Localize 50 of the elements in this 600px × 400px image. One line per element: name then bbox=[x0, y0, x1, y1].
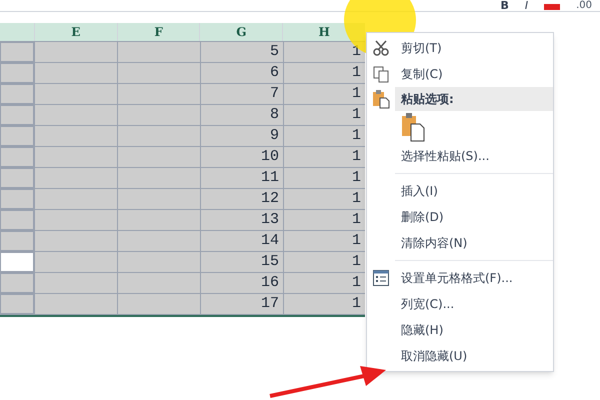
table-cell: 1 bbox=[283, 126, 365, 146]
column-header[interactable]: E bbox=[34, 23, 117, 41]
table-cell: 1 bbox=[283, 63, 365, 83]
menu-item[interactable]: 删除(D) bbox=[395, 208, 444, 226]
table-cell: 1 bbox=[283, 210, 365, 230]
menu-item[interactable]: 取消隐藏(U) bbox=[395, 347, 468, 365]
table-cell: 1 bbox=[283, 252, 365, 272]
table-cell: 14 bbox=[200, 231, 283, 251]
menu-item[interactable]: 复制(C) bbox=[395, 65, 443, 83]
menu-item[interactable]: 隐藏(H) bbox=[395, 321, 444, 339]
table-cell: 1 bbox=[283, 273, 365, 293]
decimal-button[interactable]: .00 bbox=[576, 0, 592, 11]
paste-option-icon[interactable] bbox=[401, 112, 425, 142]
menu-item[interactable]: 清除内容(N) bbox=[395, 234, 468, 252]
column-header[interactable]: F bbox=[116, 23, 200, 41]
menu-item[interactable]: 选择性粘贴(S)... bbox=[395, 147, 490, 165]
table-cell: 1 bbox=[283, 42, 365, 62]
table-cell: 16 bbox=[200, 273, 283, 293]
table-cell: 1 bbox=[283, 105, 365, 125]
table-cell: 1 bbox=[283, 84, 365, 104]
table-cell: 13 bbox=[200, 210, 283, 230]
table-cell: 10 bbox=[200, 147, 283, 167]
column-header[interactable]: G bbox=[199, 23, 282, 41]
clipboard-icon bbox=[372, 89, 390, 109]
menu-item[interactable]: 列宽(C)... bbox=[395, 295, 454, 313]
table-cell: 8 bbox=[200, 105, 283, 125]
table-cell: 12 bbox=[200, 189, 283, 209]
menu-section-label: 粘贴选项: bbox=[395, 87, 553, 111]
italic-button[interactable]: I bbox=[524, 0, 528, 11]
table-cell: 15 bbox=[200, 252, 283, 272]
format-cells-icon bbox=[372, 269, 390, 287]
table-cell: 1 bbox=[283, 189, 365, 209]
table-cell: 7 bbox=[200, 84, 283, 104]
menu-item[interactable]: 插入(I) bbox=[395, 182, 438, 200]
bold-button[interactable]: B bbox=[500, 0, 509, 11]
table-cell: 11 bbox=[200, 168, 283, 188]
table-cell: 9 bbox=[200, 126, 283, 146]
menu-item[interactable]: 设置单元格格式(F)... bbox=[395, 269, 513, 287]
table-cell: 6 bbox=[200, 63, 283, 83]
font-color-icon[interactable] bbox=[544, 4, 560, 10]
table-cell: 5 bbox=[200, 42, 283, 62]
arrow-icon bbox=[268, 364, 388, 400]
table-cell: 1 bbox=[283, 294, 365, 314]
table-cell: 1 bbox=[283, 147, 365, 167]
table-cell: 1 bbox=[283, 231, 365, 251]
table-cell: 17 bbox=[200, 294, 283, 314]
menu-item[interactable]: 剪切(T) bbox=[395, 39, 442, 57]
table-cell: 1 bbox=[283, 168, 365, 188]
copy-icon bbox=[372, 65, 390, 83]
scissors-icon bbox=[372, 39, 390, 57]
